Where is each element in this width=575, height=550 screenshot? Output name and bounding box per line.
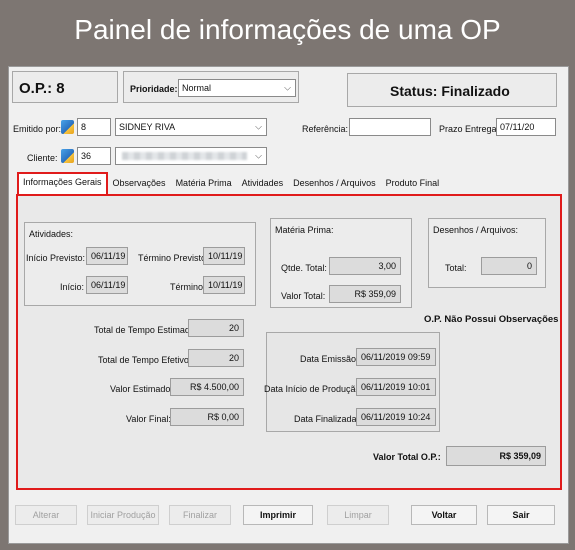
valor-total-op-label: Valor Total O.P.:	[373, 452, 441, 462]
valor-final-label: Valor Final:	[126, 414, 171, 424]
chevron-down-icon: ⌵	[255, 121, 262, 132]
priority-panel: Prioridade: Normal ⌵	[123, 71, 299, 103]
desenhos-title: Desenhos / Arquivos:	[433, 225, 519, 235]
search-user-icon[interactable]	[61, 120, 74, 134]
tab-observacoes[interactable]: Observações	[108, 174, 171, 193]
imprimir-button[interactable]: Imprimir	[243, 505, 313, 525]
emitido-name: SIDNEY RIVA	[119, 122, 176, 132]
tab-bar: Informações Gerais Observações Matéria P…	[17, 172, 445, 194]
data-emissao-value: 06/11/2019 09:59	[356, 348, 436, 366]
sair-button[interactable]: Sair	[487, 505, 555, 525]
tab-informacoes-gerais[interactable]: Informações Gerais	[17, 172, 108, 194]
valor-total-mp-label: Valor Total:	[281, 291, 326, 301]
button-bar: Alterar Iniciar Produção Finalizar Impri…	[9, 499, 568, 529]
termino-label: Término:	[170, 282, 206, 292]
desenhos-panel: Desenhos / Arquivos: Total: 0	[428, 218, 546, 288]
priority-label: Prioridade:	[130, 84, 178, 94]
tempo-estimado-value: 20	[188, 319, 244, 337]
cliente-code-field[interactable]: 36	[77, 147, 111, 165]
emitido-name-select[interactable]: SIDNEY RIVA ⌵	[115, 118, 267, 136]
prazo-label: Prazo Entrega:	[439, 124, 500, 134]
termino-previsto-value: 10/11/19	[203, 247, 245, 265]
inicio-value: 06/11/19	[86, 276, 128, 294]
finalizar-button[interactable]: Finalizar	[169, 505, 231, 525]
tempo-efetivo-value: 20	[188, 349, 244, 367]
valor-total-op-value: R$ 359,09	[446, 446, 546, 466]
inicio-previsto-value: 06/11/19	[86, 247, 128, 265]
tab-produto-final[interactable]: Produto Final	[381, 174, 445, 193]
data-finalizada-label: Data Finalizada:	[294, 414, 360, 424]
atividades-title: Atividades:	[29, 229, 74, 239]
limpar-button[interactable]: Limpar	[327, 505, 389, 525]
cliente-name-select[interactable]: ⌵	[115, 147, 267, 165]
op-number: O.P.: 8	[19, 80, 65, 97]
status-panel: Status: Finalizado	[347, 73, 557, 107]
inicio-label: Início:	[60, 282, 85, 292]
referencia-label: Referência:	[302, 124, 349, 134]
data-emissao-label: Data Emissão:	[300, 354, 359, 364]
data-inicio-producao-label: Data Início de Produção:	[264, 384, 364, 394]
desenhos-total-label: Total:	[445, 263, 467, 273]
termino-value: 10/11/19	[203, 276, 245, 294]
tab-content: Atividades: Início Previsto: 06/11/19 Té…	[16, 194, 562, 490]
tab-desenhos-arquivos[interactable]: Desenhos / Arquivos	[288, 174, 381, 193]
priority-value: Normal	[182, 83, 212, 93]
search-client-icon[interactable]	[61, 149, 74, 163]
voltar-button[interactable]: Voltar	[411, 505, 477, 525]
tab-materia-prima[interactable]: Matéria Prima	[171, 174, 237, 193]
alterar-button[interactable]: Alterar	[15, 505, 77, 525]
status-label: Status: Finalizado	[390, 83, 510, 99]
chevron-down-icon: ⌵	[255, 150, 262, 161]
emitido-code-field[interactable]: 8	[77, 118, 111, 136]
chevron-down-icon: ⌵	[284, 82, 291, 93]
tempo-estimado-label: Total de Tempo Estimado:	[94, 325, 198, 335]
cliente-label: Cliente:	[27, 153, 58, 163]
valor-estimado-label: Valor Estimado:	[110, 384, 173, 394]
valor-estimado-value: R$ 4.500,00	[170, 378, 244, 396]
observacoes-status: O.P. Não Possui Observações	[424, 314, 559, 325]
termino-previsto-label: Término Previsto:	[138, 253, 209, 263]
qtde-label: Qtde. Total:	[281, 263, 327, 273]
materia-prima-panel: Matéria Prima: Qtde. Total: 3,00 Valor T…	[270, 218, 412, 308]
referencia-field[interactable]	[349, 118, 431, 136]
qtde-value: 3,00	[329, 257, 401, 275]
tab-atividades[interactable]: Atividades	[237, 174, 289, 193]
data-inicio-producao-value: 06/11/2019 10:01	[356, 378, 436, 396]
materia-title: Matéria Prima:	[275, 225, 334, 235]
redacted-client-name	[122, 152, 247, 160]
inicio-previsto-label: Início Previsto:	[26, 253, 86, 263]
emitido-label: Emitido por:	[13, 124, 62, 134]
op-window: O.P.: 8 Prioridade: Normal ⌵ Status: Fin…	[8, 66, 569, 544]
valor-total-mp-value: R$ 359,09	[329, 285, 401, 303]
data-finalizada-value: 06/11/2019 10:24	[356, 408, 436, 426]
op-number-panel: O.P.: 8	[12, 71, 118, 103]
desenhos-total-value: 0	[481, 257, 537, 275]
banner-title: Painel de informações de uma OP	[74, 14, 501, 45]
prazo-field[interactable]: 07/11/20	[496, 118, 556, 136]
valor-final-value: R$ 0,00	[170, 408, 244, 426]
tempo-efetivo-label: Total de Tempo Efetivo:	[98, 355, 192, 365]
priority-select[interactable]: Normal ⌵	[178, 79, 296, 97]
iniciar-producao-button[interactable]: Iniciar Produção	[87, 505, 159, 525]
